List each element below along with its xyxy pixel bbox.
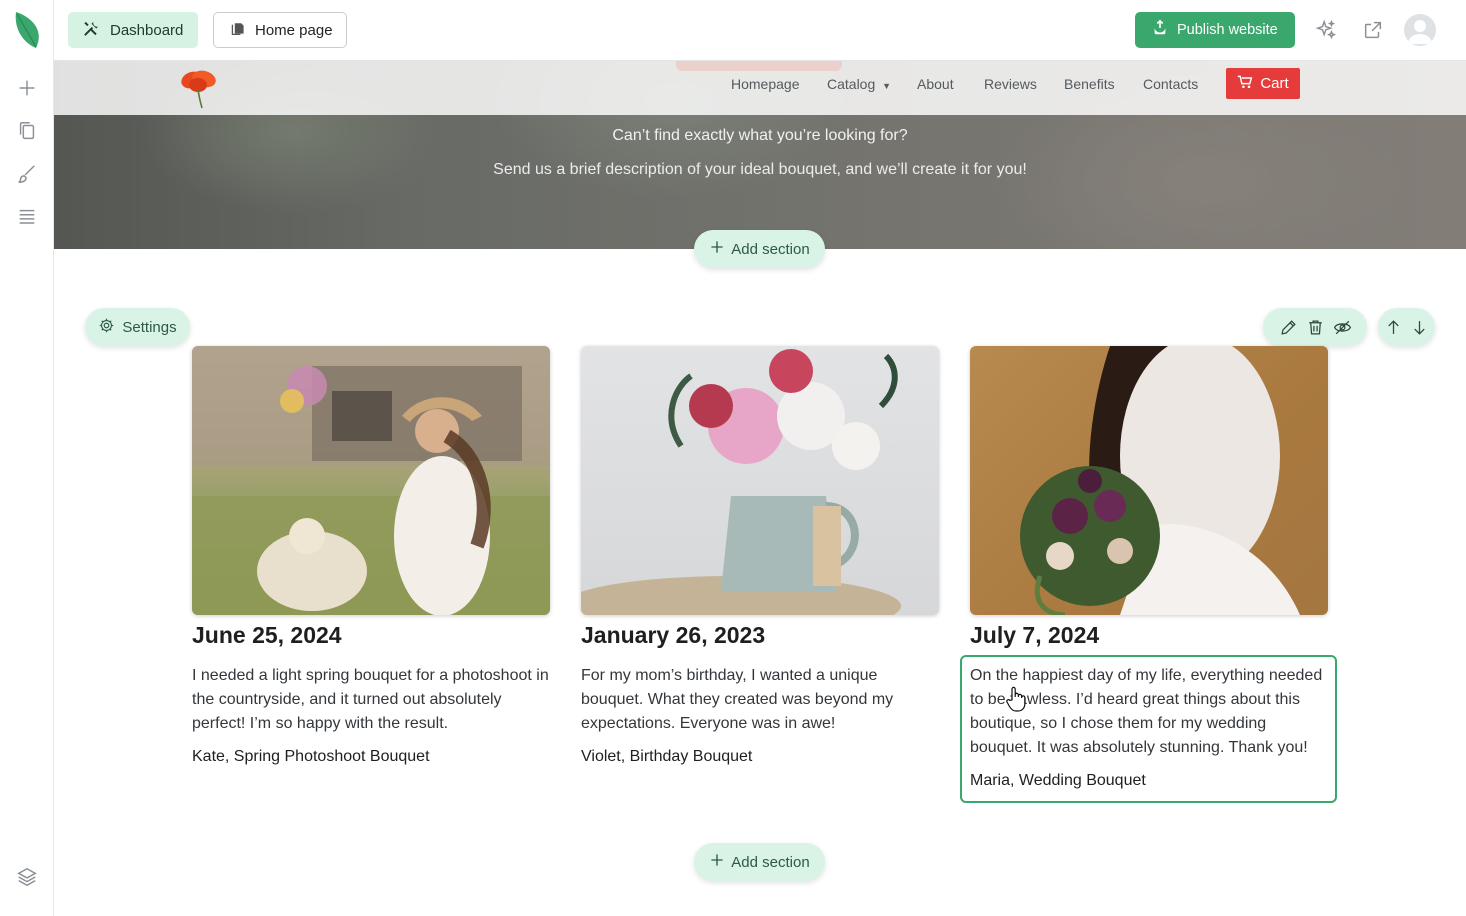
section-tools [1263, 308, 1367, 346]
add-section-button-bottom[interactable]: Add section [694, 843, 825, 881]
publish-icon [1151, 19, 1169, 41]
gear-icon [98, 317, 115, 338]
hand-cursor-icon [1005, 686, 1027, 712]
hero-heading: Can’t find exactly what you’re looking f… [612, 127, 908, 144]
nav-catalog[interactable]: Catalog ▼ [827, 76, 891, 92]
leaf-logo-icon[interactable] [12, 10, 42, 50]
pages-icon[interactable] [14, 118, 40, 144]
review-author-1[interactable]: Kate, Spring Photoshoot Bouquet [192, 748, 430, 766]
poppy-logo-icon[interactable] [178, 67, 222, 109]
layers-icon[interactable] [14, 864, 40, 890]
tools-icon [82, 19, 101, 42]
editor-topbar: Dashboard Home page Publish website [54, 0, 1466, 61]
hidden-banner-edge [676, 61, 842, 71]
add-section-label: Add section [731, 240, 810, 258]
home-page-button[interactable]: Home page [213, 12, 347, 48]
dashboard-label: Dashboard [110, 21, 184, 39]
review-date-3: July 7, 2024 [970, 622, 1100, 648]
nav-reviews[interactable]: Reviews [984, 76, 1037, 92]
publish-label: Publish website [1177, 22, 1278, 38]
hero-subtext: Send us a brief description of your idea… [493, 161, 1027, 178]
hero-section[interactable]: Homepage Catalog ▼ About Reviews Benefit… [54, 61, 1466, 249]
sparkle-icon[interactable] [1313, 17, 1339, 43]
review-author-3[interactable]: Maria, Wedding Bouquet [970, 772, 1146, 790]
review-date-1: June 25, 2024 [192, 622, 342, 648]
home-page-label: Home page [255, 21, 333, 39]
plus-icon [709, 852, 725, 872]
site-navbar: Homepage Catalog ▼ About Reviews Benefit… [54, 61, 1466, 115]
publish-website-button[interactable]: Publish website [1135, 12, 1295, 48]
dashboard-button[interactable]: Dashboard [68, 12, 198, 48]
left-rail [0, 0, 54, 916]
settings-label: Settings [122, 318, 177, 336]
plus-icon [709, 239, 725, 259]
pencil-icon[interactable] [1278, 317, 1298, 337]
nav-homepage[interactable]: Homepage [731, 76, 800, 92]
cart-icon [1237, 74, 1253, 94]
cart-button[interactable]: Cart [1226, 68, 1300, 99]
review-author-2[interactable]: Violet, Birthday Bouquet [581, 748, 752, 766]
nav-benefits[interactable]: Benefits [1064, 76, 1115, 92]
nav-contacts[interactable]: Contacts [1143, 76, 1198, 92]
review-date-2: January 26, 2023 [581, 622, 766, 648]
section-move-controls [1378, 308, 1435, 346]
arrow-up-icon[interactable] [1384, 317, 1404, 337]
review-photo-3[interactable] [970, 346, 1328, 615]
sections-icon[interactable] [14, 204, 40, 230]
chevron-down-icon: ▼ [882, 81, 892, 91]
plus-icon[interactable] [14, 75, 40, 101]
arrow-down-icon[interactable] [1410, 317, 1430, 337]
review-text-1[interactable]: I needed a light spring bouquet for a ph… [192, 664, 552, 736]
nav-catalog-label: Catalog [827, 76, 876, 92]
review-photo-2[interactable] [581, 346, 939, 615]
add-section-button-top[interactable]: Add section [694, 230, 825, 268]
nav-about[interactable]: About [917, 76, 954, 92]
external-link-icon[interactable] [1360, 17, 1386, 43]
cart-label: Cart [1260, 75, 1289, 92]
add-section-label: Add section [731, 853, 810, 871]
page-icon [230, 20, 246, 40]
trash-icon[interactable] [1305, 317, 1325, 337]
user-avatar-icon[interactable] [1404, 14, 1436, 46]
section-settings-button[interactable]: Settings [85, 308, 190, 346]
review-text-2[interactable]: For my mom’s birthday, I wanted a unique… [581, 664, 941, 736]
review-photo-1[interactable] [192, 346, 550, 615]
eye-off-icon[interactable] [1332, 317, 1352, 337]
brush-icon[interactable] [14, 161, 40, 187]
